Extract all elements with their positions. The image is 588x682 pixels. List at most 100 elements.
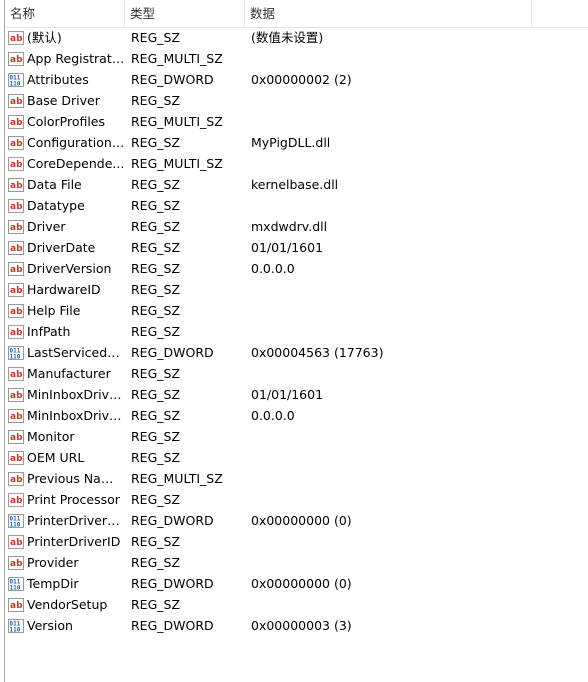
value-type: REG_SZ — [131, 387, 181, 402]
value-type: REG_SZ — [131, 240, 181, 255]
value-type: REG_DWORD — [131, 576, 214, 591]
svg-text:ab: ab — [10, 370, 23, 380]
value-type: REG_MULTI_SZ — [131, 471, 223, 486]
value-name-cell: 011 110 LastServicedBu... — [8, 342, 125, 363]
value-name: InfPath — [27, 324, 71, 339]
value-name-cell: ab VendorSetup — [8, 594, 125, 615]
value-row[interactable]: ab MinInboxDrive... REG_SZ 01/01/1601 — [5, 384, 588, 405]
value-data: 0x00000000 (0) — [251, 513, 352, 528]
binary-value-icon: 011 110 — [8, 513, 24, 528]
value-data — [251, 153, 581, 174]
value-name: PrinterDriverAt... — [27, 513, 125, 528]
value-name: MinInboxDrive... — [27, 408, 125, 423]
value-data — [251, 489, 581, 510]
value-row[interactable]: 011 110 LastServicedBu... REG_DWORD 0x000045… — [5, 342, 588, 363]
value-type: REG_SZ — [131, 30, 181, 45]
string-value-icon: ab — [8, 261, 24, 276]
column-header-blank — [532, 0, 588, 27]
value-type: REG_SZ — [131, 93, 181, 108]
value-row[interactable]: ab ColorProfiles REG_MULTI_SZ — [5, 111, 588, 132]
value-name: VendorSetup — [27, 597, 108, 612]
value-row[interactable]: ab App Registrati... REG_MULTI_SZ — [5, 48, 588, 69]
column-header-type[interactable]: 类型 — [125, 0, 245, 27]
value-type: REG_SZ — [131, 597, 181, 612]
value-row[interactable]: ab Manufacturer REG_SZ — [5, 363, 588, 384]
value-name: LastServicedBu... — [27, 345, 125, 360]
value-name-cell: ab InfPath — [8, 321, 125, 342]
value-type: REG_SZ — [131, 177, 181, 192]
value-row[interactable]: 011 110 PrinterDriverAt... REG_DWORD 0x00000… — [5, 510, 588, 531]
value-data — [251, 48, 581, 69]
value-name-cell: ab PrinterDriverID — [8, 531, 125, 552]
value-data: 0x00000003 (3) — [251, 618, 352, 633]
value-name-cell: ab Help File — [8, 300, 125, 321]
value-data: 0.0.0.0 — [251, 261, 295, 276]
value-row[interactable]: ab Monitor REG_SZ — [5, 426, 588, 447]
value-row[interactable]: 011 110 Attributes REG_DWORD 0x00000002 (2) — [5, 69, 588, 90]
value-row[interactable]: ab Data File REG_SZ kernelbase.dll — [5, 174, 588, 195]
binary-value-icon: 011 110 — [8, 618, 24, 633]
value-name-cell: ab Driver — [8, 216, 125, 237]
value-row[interactable]: ab MinInboxDrive... REG_SZ 0.0.0.0 — [5, 405, 588, 426]
column-header-name[interactable]: 名称 — [5, 0, 125, 27]
value-row[interactable]: ab Datatype REG_SZ — [5, 195, 588, 216]
value-data: 01/01/1601 — [251, 240, 324, 255]
value-row[interactable]: ab DriverDate REG_SZ 01/01/1601 — [5, 237, 588, 258]
value-row[interactable]: ab Driver REG_SZ mxdwdrv.dll — [5, 216, 588, 237]
value-row[interactable]: ab InfPath REG_SZ — [5, 321, 588, 342]
value-row[interactable]: ab HardwareID REG_SZ — [5, 279, 588, 300]
value-type: REG_SZ — [131, 219, 181, 234]
value-name-cell: ab (默认) — [8, 27, 125, 48]
value-type: REG_DWORD — [131, 618, 214, 633]
svg-text:ab: ab — [10, 118, 23, 128]
value-row[interactable]: ab Configuration ... REG_SZ MyPigDLL.dll — [5, 132, 588, 153]
value-row[interactable]: ab Previous Names REG_MULTI_SZ — [5, 468, 588, 489]
value-data: mxdwdrv.dll — [251, 219, 328, 234]
value-name-cell: ab Datatype — [8, 195, 125, 216]
value-type: REG_DWORD — [131, 513, 214, 528]
svg-text:ab: ab — [10, 97, 23, 107]
value-row[interactable]: 011 110 Version REG_DWORD 0x00000003 (3) — [5, 615, 588, 636]
value-name-cell: ab Previous Names — [8, 468, 125, 489]
value-name-cell: ab ColorProfiles — [8, 111, 125, 132]
svg-text:ab: ab — [10, 328, 23, 338]
value-name-cell: ab Provider — [8, 552, 125, 573]
value-row[interactable]: 011 110 TempDir REG_DWORD 0x00000000 (0) — [5, 573, 588, 594]
value-row[interactable]: ab DriverVersion REG_SZ 0.0.0.0 — [5, 258, 588, 279]
svg-text:110: 110 — [10, 353, 21, 360]
svg-text:110: 110 — [10, 521, 21, 528]
column-header-data[interactable]: 数据 — [245, 0, 532, 27]
string-value-icon: ab — [8, 429, 24, 444]
value-name: CoreDepende... — [27, 156, 125, 171]
value-name: Monitor — [27, 429, 75, 444]
value-name: OEM URL — [27, 450, 85, 465]
svg-text:ab: ab — [10, 601, 23, 611]
value-row[interactable]: ab Print Processor REG_SZ — [5, 489, 588, 510]
value-row[interactable]: ab (默认) REG_SZ (数值未设置) — [5, 27, 588, 48]
value-row[interactable]: ab Help File REG_SZ — [5, 300, 588, 321]
value-row[interactable]: ab PrinterDriverID REG_SZ — [5, 531, 588, 552]
value-data — [251, 447, 581, 468]
value-name: Data File — [27, 177, 82, 192]
value-name: Help File — [27, 303, 81, 318]
string-value-icon: ab — [8, 135, 24, 150]
value-data — [251, 468, 581, 489]
value-row[interactable]: ab VendorSetup REG_SZ — [5, 594, 588, 615]
svg-text:ab: ab — [10, 412, 23, 422]
value-name: (默认) — [27, 30, 62, 45]
svg-text:ab: ab — [10, 559, 23, 569]
svg-text:ab: ab — [10, 496, 23, 506]
value-data: 0x00000002 (2) — [251, 72, 352, 87]
value-name: Version — [27, 618, 73, 633]
registry-values-pane[interactable]: 名称 类型 数据 ab (默认) REG_SZ (数值未设置) ab App Regist… — [4, 0, 588, 682]
value-type: REG_SZ — [131, 324, 181, 339]
value-type: REG_MULTI_SZ — [131, 114, 223, 129]
value-row[interactable]: ab Provider REG_SZ — [5, 552, 588, 573]
string-value-icon: ab — [8, 240, 24, 255]
value-data: kernelbase.dll — [251, 177, 339, 192]
value-type: REG_MULTI_SZ — [131, 156, 223, 171]
value-row[interactable]: ab OEM URL REG_SZ — [5, 447, 588, 468]
value-row[interactable]: ab Base Driver REG_SZ — [5, 90, 588, 111]
value-data — [251, 111, 581, 132]
value-row[interactable]: ab CoreDepende... REG_MULTI_SZ — [5, 153, 588, 174]
